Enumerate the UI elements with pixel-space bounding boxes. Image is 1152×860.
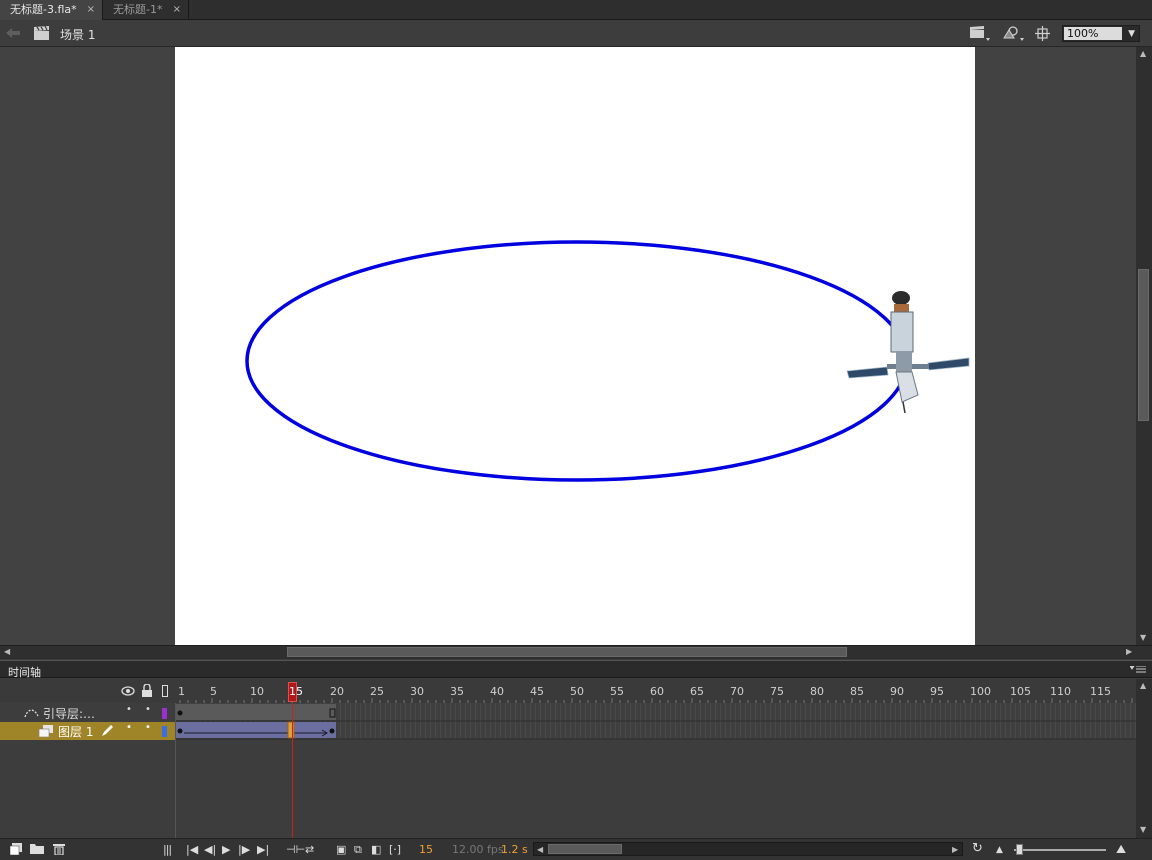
reset-zoom-icon[interactable]: ↻ [972,841,983,856]
timeline-horizontal-scrollbar[interactable]: ◀ ▶ [533,842,963,856]
scroll-down-icon[interactable]: ▼ [1140,825,1146,834]
horizontal-scroll-thumb[interactable] [287,647,847,657]
timeline-header: 1510152025303540455055606570758085909510… [0,679,1152,703]
layer-guide[interactable]: 引导层:… • • [0,704,175,722]
layer-1[interactable]: 图层 1 • • [0,722,175,740]
playhead-frame-label: 15 [289,685,303,698]
guide-path-ellipse[interactable] [245,240,909,482]
pasteboard[interactable] [0,47,1136,645]
eye-icon[interactable] [121,686,135,696]
stage-artwork [245,240,970,482]
panel-menu-icon[interactable] [1130,666,1146,674]
zoom-value[interactable]: 100% [1064,27,1122,40]
outline-icon[interactable] [162,685,168,697]
scene-label: 场景 1 [60,28,96,42]
lock-dot[interactable]: • [145,704,151,715]
timeline-vertical-scrollbar[interactable]: ▲ ▼ [1136,679,1152,838]
document-tab-bar: 无标题-3.fla* × 无标题-1* × [0,0,1152,20]
frame-zoom-slider[interactable] [1014,849,1106,851]
layer-color-swatch[interactable] [162,726,167,737]
satellite-symbol[interactable] [846,291,970,414]
horizontal-scrollbar[interactable]: ◀ ▶ [0,645,1152,659]
last-frame-icon[interactable]: ▶| [257,843,269,856]
layer-name[interactable]: 引导层:… [43,705,95,722]
visibility-dot[interactable]: • [126,704,132,715]
motion-tween-span[interactable] [176,722,336,738]
tab-label: 无标题-3.fla* [10,3,77,16]
timeline-scroll-thumb[interactable] [548,844,622,854]
ruler-ticks [179,698,1133,703]
panel-title[interactable]: 时间轴 [8,664,41,680]
lock-icon[interactable] [142,684,152,697]
guide-frame-span[interactable] [176,704,336,720]
timeline-panel-header: 时间轴 [0,660,1152,680]
scroll-left-icon[interactable]: ◀ [537,845,543,854]
new-folder-icon[interactable] [30,843,44,854]
frame-zoom-handle[interactable] [1016,844,1023,855]
scroll-up-icon[interactable]: ▲ [1140,49,1146,58]
back-arrow-icon[interactable] [6,28,20,38]
timeline-footer: ||| |◀ ◀| ▶ |▶ ▶| ⊣⊢ ⇄ ▣ ⧉ ◧ [·] 15 12.0… [0,838,1152,860]
onion-skin-icon[interactable]: ▣ [336,843,346,856]
edit-multiple-frames-icon[interactable]: ◧ [371,843,381,856]
tab-untitled-1[interactable]: 无标题-1* × [103,0,189,20]
tab-label: 无标题-1* [113,3,163,16]
zoom-select[interactable]: 100% ▼ [1062,25,1140,42]
frame-grid[interactable] [176,703,1136,838]
scroll-right-icon[interactable]: ▶ [1126,647,1132,656]
clapperboard-icon [34,26,49,40]
scroll-down-icon[interactable]: ▼ [1140,633,1146,642]
guide-layer-icon [24,709,39,718]
play-icon[interactable]: ▶ [222,843,230,856]
playhead-line [292,703,293,838]
layer-color-swatch[interactable] [162,708,167,719]
layer-divider [175,703,176,838]
edit-bar: 场景 1 100% ▼ [0,20,1152,47]
vertical-scrollbar[interactable]: ▲ ▼ [1136,47,1152,645]
edit-symbol-icon[interactable] [1001,25,1027,42]
vertical-scroll-thumb[interactable] [1138,269,1149,421]
close-icon[interactable]: × [87,0,95,20]
zoom-in-icon[interactable]: ⛰ [1116,842,1126,857]
current-frame-highlight[interactable] [287,721,295,739]
frame-rate-value[interactable]: 12.00 fps [452,843,504,856]
visibility-dot[interactable]: • [126,722,132,733]
current-frame-value[interactable]: 15 [419,843,433,856]
modify-onion-markers-icon[interactable]: [·] [389,843,401,856]
layer-name[interactable]: 图层 1 [58,723,93,740]
close-icon[interactable]: × [173,0,181,20]
center-frame-icon[interactable]: ⊣⊢ [286,843,305,856]
scroll-left-icon[interactable]: ◀ [4,647,10,656]
pencil-icon[interactable] [101,725,114,737]
keyframe-dot[interactable] [329,728,335,734]
trash-icon[interactable] [53,842,65,855]
elapsed-time-value: 1.2 s [501,843,528,856]
loop-icon[interactable]: ⇄ [305,843,314,856]
tab-untitled-3[interactable]: 无标题-3.fla* × [0,0,103,20]
keyframe-dot[interactable] [177,710,183,716]
scroll-up-icon[interactable]: ▲ [1140,681,1146,690]
frame-ruler[interactable]: 1510152025303540455055606570758085909510… [176,679,1136,703]
step-forward-icon[interactable]: |▶ [238,843,250,856]
flash-ide-window: { "tabs": [ {"label": "无标题-3.fla*", "clo… [0,0,1152,860]
lock-dot[interactable]: • [145,722,151,733]
edit-scene-icon[interactable] [970,26,992,42]
first-frame-icon[interactable]: |◀ [186,843,198,856]
new-layer-icon[interactable] [10,843,22,855]
zoom-out-icon[interactable]: ▲ [996,845,1003,855]
center-stage-icon[interactable] [1035,26,1050,41]
step-back-icon[interactable]: ◀| [204,843,216,856]
timeline-layers-area: 引导层:… • • 图层 1 • • [0,703,1136,838]
keyframe-dot[interactable] [177,728,183,734]
scroll-right-icon[interactable]: ▶ [952,845,958,854]
resize-handle-icon[interactable]: ||| [163,843,172,856]
chevron-down-icon[interactable]: ▼ [1128,29,1135,39]
onion-skin-outlines-icon[interactable]: ⧉ [354,843,362,857]
layer-icon [39,725,53,737]
